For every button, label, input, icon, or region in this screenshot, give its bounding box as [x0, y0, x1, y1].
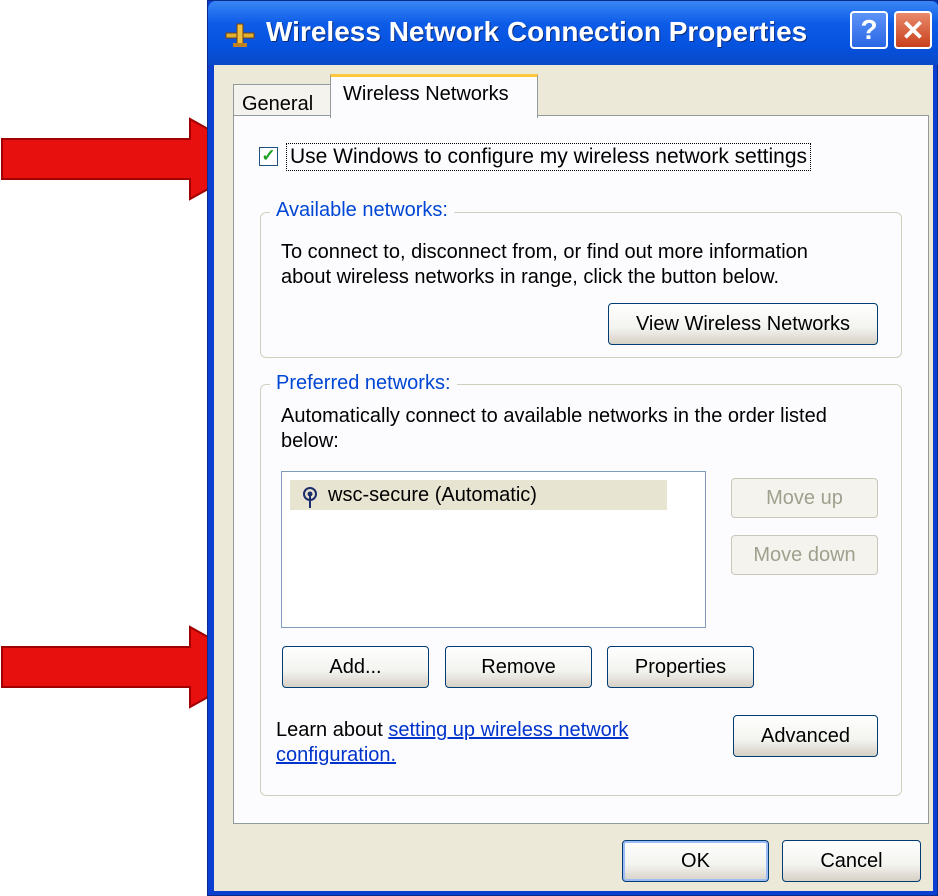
move-up-button[interactable]: Move up — [731, 478, 878, 518]
remove-button[interactable]: Remove — [445, 646, 592, 688]
ok-button[interactable]: OK — [622, 840, 769, 882]
learn-about-text: Learn about setting up wireless network — [276, 718, 628, 743]
advanced-button[interactable]: Advanced — [733, 715, 878, 757]
use-windows-checkbox-label[interactable]: Use Windows to configure my wireless net… — [286, 143, 812, 171]
available-networks-legend: Available networks: — [270, 199, 454, 222]
list-item[interactable]: wsc-secure (Automatic) — [290, 480, 667, 510]
learn-prefix: Learn about — [276, 719, 383, 741]
title-bar[interactable]: Wireless Network Connection Properties ?… — [208, 1, 938, 65]
window-title: Wireless Network Connection Properties — [266, 16, 808, 47]
tab-general[interactable]: General — [233, 84, 331, 116]
preferred-networks-legend: Preferred networks: — [270, 372, 457, 395]
available-description-line2: about wireless networks in range, click … — [281, 266, 780, 288]
help-icon: ? — [860, 14, 878, 45]
preferred-description-line1: Automatically connect to available netwo… — [281, 405, 827, 427]
move-down-button[interactable]: Move down — [731, 535, 878, 575]
learn-link[interactable]: setting up wireless network — [388, 719, 628, 741]
network-name: wsc-secure (Automatic) — [328, 484, 537, 506]
tab-wireless-networks[interactable]: Wireless Networks — [330, 74, 538, 118]
use-windows-checkbox[interactable]: ✓ — [259, 147, 278, 166]
preferred-networks-list[interactable]: wsc-secure (Automatic) — [281, 471, 706, 628]
checkmark-icon: ✓ — [261, 146, 276, 165]
preferred-description-line2: below: — [281, 430, 339, 452]
help-button[interactable]: ? — [850, 11, 888, 49]
properties-button[interactable]: Properties — [607, 646, 754, 688]
close-button[interactable]: ✕ — [894, 11, 932, 49]
learn-link-continued[interactable]: configuration. — [276, 743, 396, 768]
view-wireless-networks-button[interactable]: View Wireless Networks — [608, 303, 878, 345]
add-button[interactable]: Add... — [282, 646, 429, 688]
network-connection-icon — [225, 23, 255, 47]
cancel-button[interactable]: Cancel — [782, 840, 921, 882]
close-icon: ✕ — [901, 14, 925, 46]
available-description-line1: To connect to, disconnect from, or find … — [281, 241, 808, 263]
wireless-antenna-icon — [303, 487, 317, 508]
